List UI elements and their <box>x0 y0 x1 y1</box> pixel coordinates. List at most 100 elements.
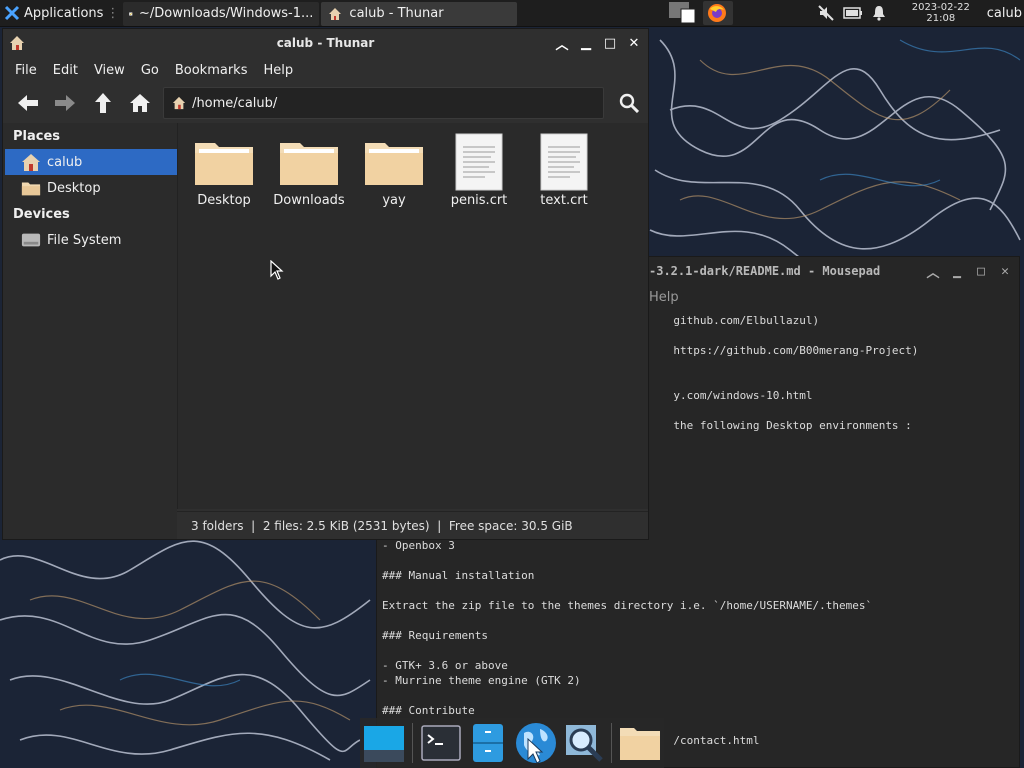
mousepad-close-icon[interactable]: ✕ <box>997 263 1013 279</box>
location-bar[interactable]: /home/calub/ <box>163 87 605 119</box>
home-button[interactable] <box>122 86 160 120</box>
clock-date: 2023-02-22 <box>911 2 970 13</box>
search-icon <box>620 93 640 113</box>
text-line <box>382 688 1018 703</box>
workspace-icon <box>668 2 696 24</box>
menu-separator-icon: ⋮ <box>106 5 120 21</box>
text-file-icon <box>455 133 503 191</box>
file-item-downloads[interactable]: Downloads <box>267 131 351 208</box>
folder-icon <box>21 182 41 196</box>
text-line: - Openbox 3 <box>382 539 455 552</box>
mousepad-minimize-icon[interactable]: ▁ <box>949 263 965 279</box>
mousepad-menu-help[interactable]: Help <box>649 290 679 305</box>
battery-indicator[interactable] <box>839 0 867 27</box>
firefox-launcher[interactable] <box>702 1 733 25</box>
file-label: yay <box>382 193 406 208</box>
file-label: Desktop <box>197 193 251 208</box>
folder-icon <box>280 143 338 185</box>
clock[interactable]: 2023-02-22 21:08 <box>899 2 983 24</box>
file-label: penis.crt <box>450 193 508 208</box>
dock-web-browser[interactable] <box>513 720 559 766</box>
status-bar: 3 folders | 2 files: 2.5 KiB (2531 bytes… <box>177 511 648 539</box>
workspace-switcher[interactable] <box>667 0 703 27</box>
drive-icon <box>21 233 41 247</box>
text-line <box>382 643 1018 658</box>
places-header: Places <box>13 129 61 144</box>
sidebar-item-filesystem[interactable]: File System <box>3 227 177 253</box>
text-line: - Murrine theme engine (GTK 2) <box>382 674 581 687</box>
file-item-penis-crt[interactable]: penis.crt <box>437 131 521 208</box>
firefox-icon <box>707 4 726 22</box>
thunar-titlebar[interactable]: calub - Thunar ︿ ▁ □ ✕ <box>3 29 648 57</box>
battery-icon <box>843 7 862 19</box>
menu-go[interactable]: Go <box>133 63 167 78</box>
top-panel: Applications ⋮ ~/Downloads/Windows-1... … <box>0 0 1024 27</box>
xfce-logo-icon <box>4 5 20 21</box>
file-view[interactable]: Desktop Downloads yay penis.crt text.crt <box>177 123 648 509</box>
mousepad-shade-icon[interactable]: ︿ <box>925 263 941 281</box>
terminal-icon <box>420 725 461 761</box>
menu-file[interactable]: File <box>7 63 45 78</box>
thunar-menubar: File Edit View Go Bookmarks Help <box>3 57 648 83</box>
text-line <box>382 553 1018 568</box>
task-label: ~/Downloads/Windows-1... <box>138 6 314 21</box>
text-line: - GTK+ 3.6 or above <box>382 659 508 672</box>
folder-icon <box>195 143 253 185</box>
menu-bookmarks[interactable]: Bookmarks <box>167 63 256 78</box>
dock-search[interactable] <box>561 720 607 766</box>
status-text: 3 folders | 2 files: 2.5 KiB (2531 bytes… <box>191 518 573 533</box>
thunar-minimize-icon[interactable]: ▁ <box>578 35 594 51</box>
dock-home-folder[interactable] <box>617 720 663 766</box>
dock <box>360 718 664 768</box>
dock-show-desktop[interactable] <box>361 720 407 766</box>
mousepad-title: -3.2.1-dark/README.md - Mousepad <box>649 264 881 278</box>
bell-icon <box>872 6 885 21</box>
file-item-yay[interactable]: yay <box>352 131 436 208</box>
thunar-shade-icon[interactable]: ︿ <box>554 35 570 53</box>
applications-menu-button[interactable]: Applications ⋮ <box>0 0 123 27</box>
home-folder-icon <box>22 154 40 171</box>
menu-view[interactable]: View <box>86 63 133 78</box>
menu-edit[interactable]: Edit <box>45 63 86 78</box>
globe-browser-icon <box>515 723 556 764</box>
user-menu[interactable]: calub <box>983 0 1024 27</box>
mute-indicator[interactable] <box>813 0 839 27</box>
task-label: calub - Thunar <box>349 6 444 21</box>
text-line: ### Manual installation <box>382 569 535 582</box>
sidebar-item-home[interactable]: calub <box>5 149 177 175</box>
volume-muted-icon <box>818 5 834 21</box>
task-mousepad[interactable]: ~/Downloads/Windows-1... <box>123 1 320 26</box>
thunar-window-icon <box>10 36 24 50</box>
sidebar-item-desktop[interactable]: Desktop <box>3 175 177 201</box>
home-folder-icon <box>172 96 186 110</box>
thunar-close-icon[interactable]: ✕ <box>626 35 642 51</box>
location-path: /home/calub/ <box>192 95 278 111</box>
applications-label: Applications <box>24 5 104 21</box>
user-label: calub <box>986 5 1022 21</box>
dock-file-manager[interactable] <box>465 720 511 766</box>
text-line <box>382 613 1018 628</box>
thunar-title: calub - Thunar <box>276 36 375 50</box>
text-line: Extract the zip file to the themes direc… <box>382 599 873 612</box>
mousepad-maximize-icon[interactable]: □ <box>973 263 989 279</box>
search-button[interactable] <box>610 86 648 120</box>
devices-header: Devices <box>13 207 70 222</box>
parent-folder-button[interactable] <box>84 86 122 120</box>
file-item-desktop[interactable]: Desktop <box>182 131 266 208</box>
dock-separator <box>611 723 613 763</box>
text-editor-icon <box>129 11 133 16</box>
dock-terminal[interactable] <box>418 720 464 766</box>
arrow-right-icon <box>55 95 76 111</box>
dock-separator <box>411 723 413 763</box>
file-item-text-crt[interactable]: text.crt <box>522 131 606 208</box>
text-file-icon <box>540 133 588 191</box>
file-label: Downloads <box>273 193 345 208</box>
thunar-maximize-icon[interactable]: □ <box>602 35 618 51</box>
notifications-indicator[interactable] <box>867 0 891 27</box>
menu-help[interactable]: Help <box>255 63 301 78</box>
task-thunar[interactable]: calub - Thunar <box>321 1 518 26</box>
sidebar-item-label: calub <box>47 154 83 170</box>
back-button[interactable] <box>9 86 47 120</box>
forward-button[interactable] <box>47 86 85 120</box>
file-label: text.crt <box>540 193 588 208</box>
